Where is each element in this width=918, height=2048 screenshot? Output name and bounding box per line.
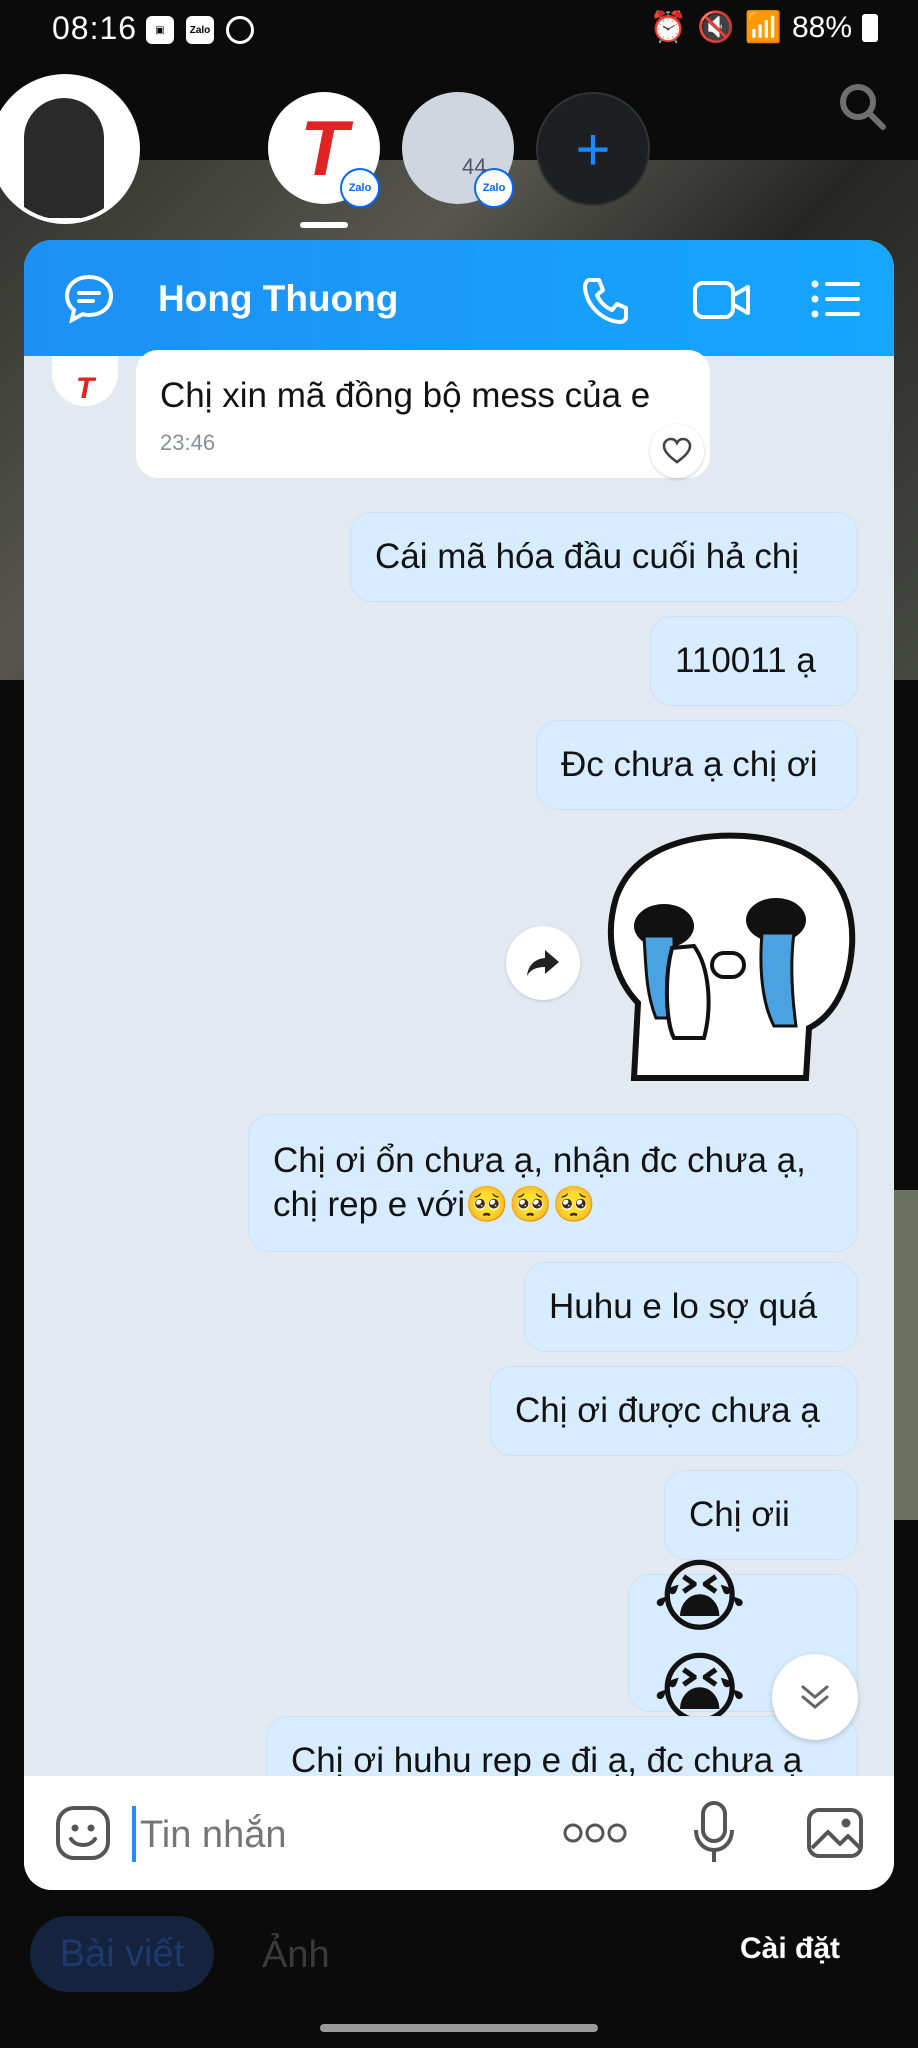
- chat-window: Hong Thuong T Chị xin mã đồng bộ mess củ…: [24, 240, 894, 1890]
- message-text: Chị ơi ổn chưa ạ, nhận đc chưa ạ,: [273, 1141, 806, 1180]
- messenger-icon: [226, 16, 254, 44]
- avatar-figure: [24, 98, 104, 218]
- chat-bubble-icon[interactable]: [62, 272, 116, 326]
- sender-avatar[interactable]: T: [52, 356, 118, 406]
- incoming-message[interactable]: Chị xin mã đồng bộ mess của e 23:46: [136, 350, 710, 478]
- message-text: Đc chưa ạ chị ơi: [561, 745, 818, 784]
- alarm-icon: ⏰: [649, 11, 688, 44]
- chat-title: Hong Thuong: [158, 278, 399, 319]
- scroll-to-bottom-button[interactable]: [772, 1654, 858, 1740]
- menu-list-icon[interactable]: [810, 278, 862, 320]
- message-text: 110011 ạ: [675, 641, 816, 680]
- image-picker-icon[interactable]: [806, 1804, 864, 1862]
- outgoing-message[interactable]: Chị ơii: [664, 1470, 858, 1560]
- forward-arrow-icon: [527, 950, 559, 976]
- add-story-button[interactable]: +: [536, 92, 650, 206]
- message-composer: [24, 1776, 894, 1890]
- settings-link[interactable]: Cài đặt: [740, 1932, 840, 1966]
- tab-posts[interactable]: Bài viết: [30, 1916, 214, 1992]
- battery-icon: [862, 13, 878, 42]
- message-text: Huhu e lo sợ quá: [549, 1287, 818, 1326]
- outgoing-message[interactable]: Đc chưa ạ chị ơi: [536, 720, 858, 810]
- outgoing-message[interactable]: Chị ơi ổn chưa ạ, nhận đc chưa ạ, chị re…: [248, 1114, 858, 1252]
- profile-avatar[interactable]: [0, 74, 140, 224]
- outgoing-message[interactable]: Huhu e lo sợ quá: [524, 1262, 858, 1352]
- sticker-emoji-icon[interactable]: [54, 1804, 112, 1862]
- message-text: Chị ơii: [689, 1495, 790, 1534]
- crying-sticker-image[interactable]: [594, 828, 864, 1088]
- mute-icon: 🔇: [697, 11, 735, 44]
- home-indicator[interactable]: [320, 2024, 598, 2032]
- t-logo-small-icon: T: [75, 372, 95, 405]
- zalo-badge: Zalo: [340, 168, 380, 208]
- message-text: Cái mã hóa đầu cuối hả chị: [375, 537, 800, 576]
- microphone-icon[interactable]: [692, 1800, 736, 1866]
- battery-percent: 88%: [791, 10, 852, 44]
- zalo-notification-icon: Zalo: [186, 16, 214, 44]
- outgoing-message[interactable]: 110011 ạ: [650, 616, 858, 706]
- zalo-badge-2: Zalo: [474, 168, 514, 208]
- gallery-icon: ▣: [146, 16, 174, 44]
- message-text: Chị ơi huhu rep e đi ạ, đc chưa ạ: [291, 1741, 803, 1780]
- message-input[interactable]: [138, 1804, 502, 1866]
- forward-button[interactable]: [506, 926, 580, 1000]
- message-time: 23:46: [160, 430, 216, 455]
- outgoing-message[interactable]: Chị ơi được chưa ạ: [490, 1366, 858, 1456]
- tab-photos[interactable]: Ảnh: [262, 1934, 330, 1977]
- double-chevron-down-icon: [801, 1685, 829, 1709]
- message-text-line2: chị rep e với🥺🥺🥺: [273, 1185, 596, 1224]
- message-text: Chị xin mã đồng bộ mess của e: [160, 376, 651, 415]
- story-group[interactable]: 44 Zalo: [402, 92, 514, 208]
- text-cursor: [132, 1806, 136, 1862]
- react-heart-button[interactable]: [650, 424, 704, 478]
- search-icon[interactable]: [836, 80, 888, 132]
- status-bar: 08:16 ▣ Zalo ⏰ 🔇 📶 88%: [0, 0, 918, 64]
- story-t-logo[interactable]: T Zalo: [268, 92, 380, 208]
- profile-tab-bar: Bài viết Ảnh Cài đặt: [0, 1890, 918, 2020]
- story-indicator: [300, 222, 348, 228]
- status-time: 08:16: [52, 10, 138, 46]
- phone-icon[interactable]: [580, 274, 632, 326]
- heart-icon: [662, 437, 692, 464]
- wifi-icon: 📶: [744, 11, 782, 44]
- chat-header: Hong Thuong: [24, 240, 894, 356]
- video-call-icon[interactable]: [692, 278, 752, 322]
- message-text: Chị ơi được chưa ạ: [515, 1391, 820, 1430]
- notification-icons: ▣ Zalo: [146, 16, 254, 44]
- more-options-icon[interactable]: [562, 1818, 628, 1848]
- story-bar: T Zalo 44 Zalo +: [0, 70, 918, 230]
- system-status-icons: ⏰ 🔇 📶 88%: [650, 10, 878, 45]
- outgoing-message[interactable]: Cái mã hóa đầu cuối hả chị: [350, 512, 858, 602]
